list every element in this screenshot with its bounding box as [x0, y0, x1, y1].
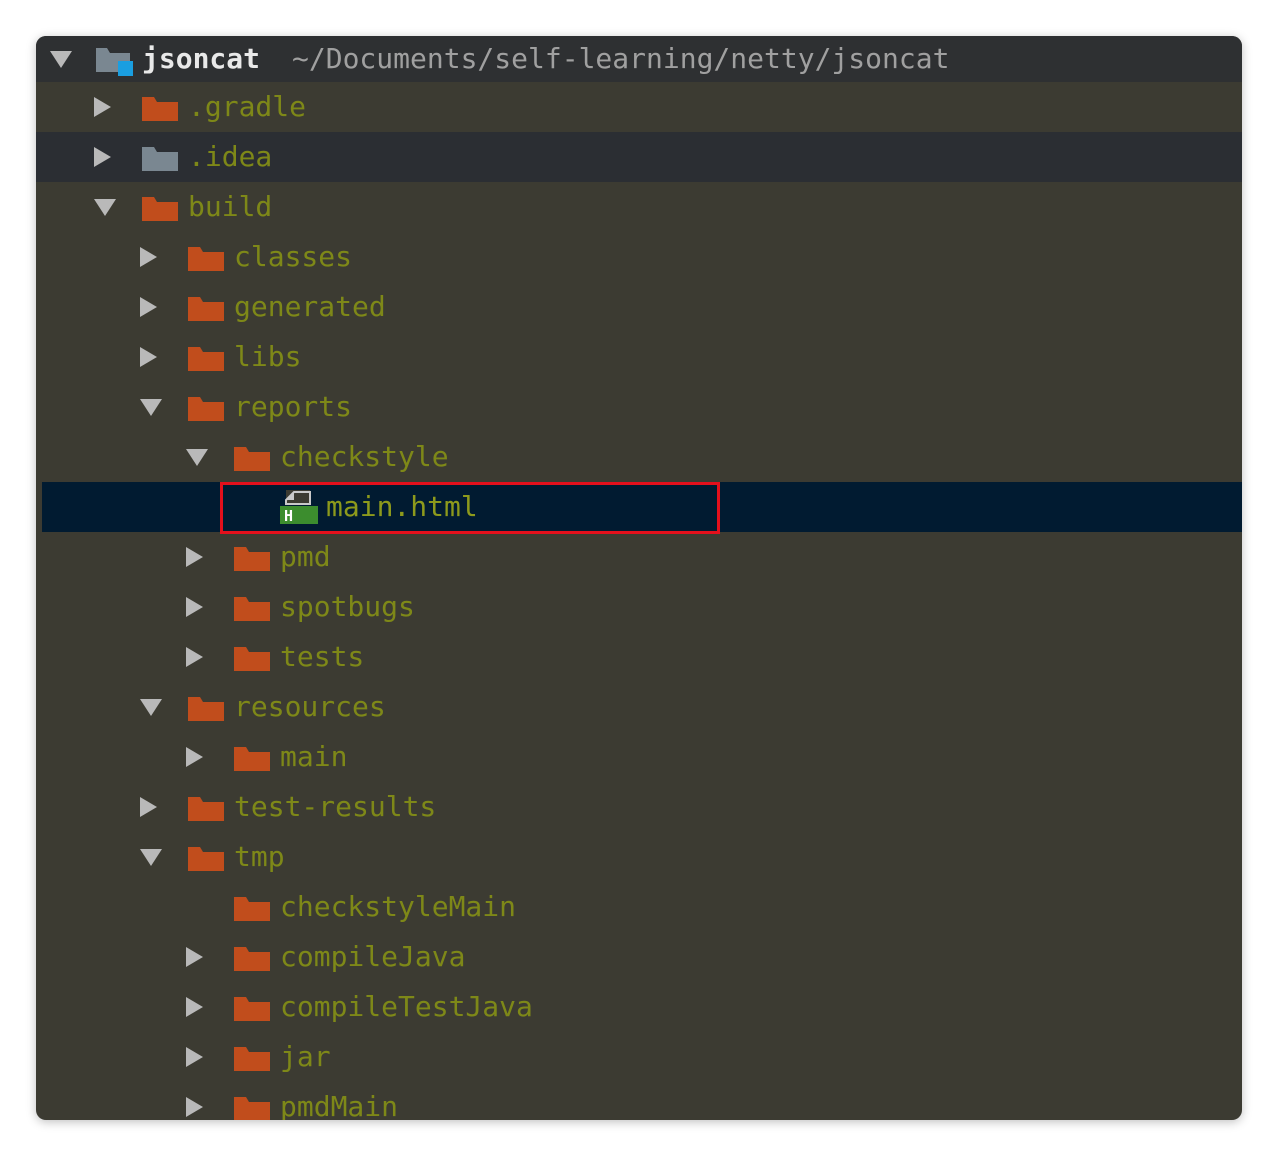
- chevron-right-icon[interactable]: [186, 1047, 203, 1067]
- folder-icon: [188, 845, 224, 871]
- module-folder-icon: [96, 44, 134, 76]
- folder-icon: [234, 1045, 270, 1071]
- tree-item-tests[interactable]: tests: [36, 632, 1242, 682]
- chevron-right-icon[interactable]: [140, 797, 157, 817]
- folder-icon: [234, 595, 270, 621]
- chevron-right-icon[interactable]: [186, 947, 203, 967]
- svg-text:H: H: [284, 507, 293, 525]
- tree-item-libs[interactable]: libs: [36, 332, 1242, 382]
- chevron-right-icon[interactable]: [94, 97, 111, 117]
- tree-item-label: classes: [234, 240, 353, 273]
- chevron-right-icon[interactable]: [186, 747, 203, 767]
- chevron-down-icon[interactable]: [186, 449, 208, 466]
- tree-item-generated[interactable]: generated: [36, 282, 1242, 332]
- chevron-down-icon[interactable]: [50, 51, 72, 68]
- folder-icon: [234, 1095, 270, 1120]
- folder-grey-icon: [142, 145, 178, 171]
- folder-icon: [188, 795, 224, 821]
- chevron-right-icon[interactable]: [186, 1097, 203, 1117]
- folder-icon: [188, 695, 224, 721]
- chevron-right-icon[interactable]: [140, 297, 157, 317]
- tree-item-label: checkstyle: [280, 440, 449, 473]
- chevron-down-icon[interactable]: [140, 849, 162, 866]
- chevron-down-icon[interactable]: [140, 399, 162, 416]
- chevron-right-icon[interactable]: [186, 647, 203, 667]
- html-file-icon: H: [280, 490, 318, 526]
- tree-item-checkstyleMain[interactable]: checkstyleMain: [36, 882, 1242, 932]
- chevron-right-icon[interactable]: [186, 547, 203, 567]
- folder-icon: [188, 245, 224, 271]
- folder-icon: [142, 195, 178, 221]
- tree-item-spotbugs[interactable]: spotbugs: [36, 582, 1242, 632]
- project-name: jsoncat: [142, 42, 261, 75]
- tree-item-label: .idea: [188, 140, 273, 173]
- tree-item-tmp[interactable]: tmp: [36, 832, 1242, 882]
- tree-item-label: pmdMain: [280, 1090, 399, 1120]
- folder-icon: [234, 645, 270, 671]
- tree-item-build[interactable]: build: [36, 182, 1242, 232]
- tree-item-label: main.html: [326, 490, 478, 523]
- tree-item-label: test-results: [234, 790, 437, 823]
- folder-icon: [188, 395, 224, 421]
- folder-icon: [234, 745, 270, 771]
- tree-item-test-results[interactable]: test-results: [36, 782, 1242, 832]
- tree-item-label: tests: [280, 640, 365, 673]
- tree-item-label: generated: [234, 290, 386, 323]
- tree-item-pmd[interactable]: pmd: [36, 532, 1242, 582]
- tree-item-main-html[interactable]: Hmain.html: [42, 482, 1242, 532]
- folder-icon: [188, 345, 224, 371]
- project-tree: jsoncat ~/Documents/self-learning/netty/…: [36, 36, 1242, 1120]
- chevron-down-icon[interactable]: [140, 699, 162, 716]
- folder-icon: [234, 545, 270, 571]
- tree-item-classes[interactable]: classes: [36, 232, 1242, 282]
- tree-item-label: tmp: [234, 840, 285, 873]
- tree-item-checkstyle[interactable]: checkstyle: [36, 432, 1242, 482]
- tree-item-label: .gradle: [188, 90, 307, 123]
- tree-item-reports[interactable]: reports: [36, 382, 1242, 432]
- tree-item-compileTestJava[interactable]: compileTestJava: [36, 982, 1242, 1032]
- folder-icon: [234, 995, 270, 1021]
- tree-item-compileJava[interactable]: compileJava: [36, 932, 1242, 982]
- tree-item-label: build: [188, 190, 273, 223]
- tree-item-label: compileJava: [280, 940, 466, 973]
- chevron-right-icon[interactable]: [94, 147, 111, 167]
- tree-item-gradle[interactable]: .gradle: [36, 82, 1242, 132]
- tree-item-label: compileTestJava: [280, 990, 533, 1023]
- tree-item-jar[interactable]: jar: [36, 1032, 1242, 1082]
- tree-item-label: jar: [280, 1040, 331, 1073]
- tree-item-main[interactable]: main: [36, 732, 1242, 782]
- chevron-right-icon[interactable]: [140, 247, 157, 267]
- tree-item-label: spotbugs: [280, 590, 415, 623]
- tree-item-label: main: [280, 740, 348, 773]
- tree-item-label: pmd: [280, 540, 331, 573]
- tree-item-resources[interactable]: resources: [36, 682, 1242, 732]
- tree-item-label: reports: [234, 390, 353, 423]
- tree-item-label: resources: [234, 690, 386, 723]
- tree-item-pmdMain[interactable]: pmdMain: [36, 1082, 1242, 1120]
- module-badge: [118, 61, 133, 76]
- tree-item-idea[interactable]: .idea: [36, 132, 1242, 182]
- project-root-row[interactable]: jsoncat ~/Documents/self-learning/netty/…: [36, 36, 1242, 82]
- chevron-right-icon[interactable]: [186, 597, 203, 617]
- folder-icon: [188, 295, 224, 321]
- tree-item-label: checkstyleMain: [280, 890, 517, 923]
- chevron-right-icon[interactable]: [140, 347, 157, 367]
- chevron-right-icon[interactable]: [186, 997, 203, 1017]
- folder-icon: [234, 445, 270, 471]
- project-path: ~/Documents/self-learning/netty/jsoncat: [292, 42, 950, 75]
- folder-icon: [234, 895, 270, 921]
- folder-icon: [142, 95, 178, 121]
- folder-icon: [234, 945, 270, 971]
- chevron-down-icon[interactable]: [94, 199, 116, 216]
- tree-item-label: libs: [234, 340, 302, 373]
- project-tool-window: jsoncat ~/Documents/self-learning/netty/…: [36, 36, 1242, 1120]
